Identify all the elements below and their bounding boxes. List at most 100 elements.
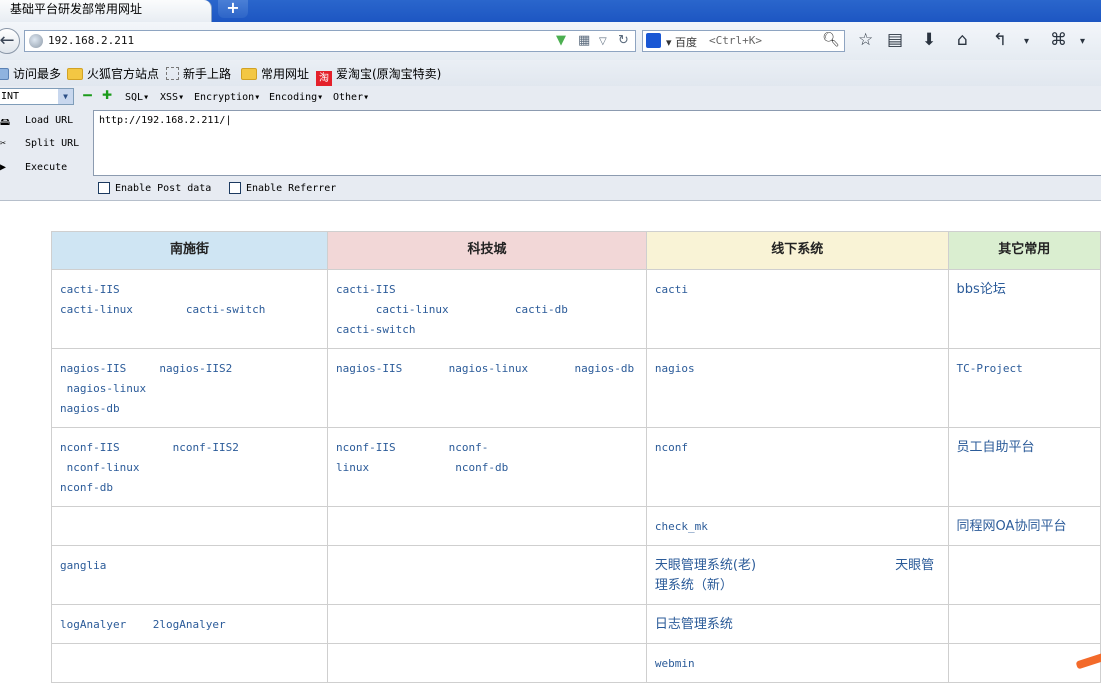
table-link[interactable]: bbs论坛 [957, 282, 1006, 297]
bookmark-firefox-official[interactable]: 火狐官方站点 [67, 65, 159, 82]
url-bar[interactable]: 192.168.2.211 ▼ ▦ ▽ ↻ [24, 30, 636, 52]
chevron-down-icon[interactable]: ▾ [1024, 32, 1029, 52]
plus-icon[interactable]: ✚ [102, 88, 112, 102]
chevron-down-icon[interactable]: ▼ [58, 89, 73, 104]
bookmark-most-visited[interactable]: 访问最多 [0, 65, 61, 82]
table-link[interactable]: check_mk [655, 520, 708, 533]
minus-icon[interactable]: ➖︎ [83, 88, 92, 103]
table-link[interactable]: nagios-db [60, 402, 120, 415]
table-link[interactable]: nagios-linux [449, 362, 528, 375]
table-link[interactable]: nagios-IIS2 [159, 362, 232, 375]
hackbar-type-select[interactable]: INT ▼ [0, 88, 74, 105]
table-link[interactable]: cacti [655, 283, 688, 296]
table-link[interactable]: nagios-linux [67, 382, 146, 395]
table-link[interactable]: nconf-db [455, 461, 508, 474]
table-link[interactable]: cacti-switch [336, 323, 415, 336]
table-link[interactable]: logAnalyer [60, 618, 126, 631]
tab-strip: 基础平台研发部常用网址 + [0, 0, 1101, 22]
load-url-button[interactable]: 🖴︎ Load URL [0, 115, 73, 128]
table-link[interactable]: nagios-IIS [60, 362, 126, 375]
table-cell [50, 643, 329, 683]
page-icon [166, 67, 179, 80]
navigation-toolbar: ← 192.168.2.211 ▼ ▦ ▽ ↻ ▾ 百度 <Ctrl+K> 🔍︎… [0, 22, 1101, 60]
bookmark-getting-started[interactable]: 新手上路 [166, 65, 231, 82]
table-link[interactable]: nconf [655, 441, 688, 454]
table-link[interactable]: nconf-db [60, 481, 113, 494]
table-link[interactable]: 2logAnalyer [153, 618, 226, 631]
menu-sql[interactable]: SQL▾ [125, 92, 149, 103]
table-link[interactable]: cacti-linux [60, 303, 133, 316]
menu-encoding[interactable]: Encoding▾ [269, 92, 323, 103]
page-content: 南施街 科技城 线下系统 其它常用 cacti-IIS cacti-linux c… [0, 201, 1101, 683]
tab-current[interactable]: 基础平台研发部常用网址 [0, 0, 212, 22]
column-header-kejicheng: 科技城 [327, 231, 647, 270]
table-link[interactable]: nconf-linux [67, 461, 140, 474]
history-back-icon[interactable]: ↰ [993, 30, 1007, 50]
home-icon[interactable]: ⌂ [957, 30, 968, 50]
table-link[interactable]: cacti-IIS [60, 283, 120, 296]
separator [396, 441, 449, 454]
table-cell: nagios-IIS nagios-IIS2 nagios-linux nagio… [50, 348, 329, 428]
table-cell [327, 604, 647, 644]
table-link[interactable]: nagios-db [574, 362, 634, 375]
enable-post-checkbox[interactable]: Enable Post data [98, 182, 211, 194]
bookmark-ai-taobao[interactable]: 淘爱淘宝(原淘宝特卖) [316, 65, 441, 87]
new-tab-button[interactable]: + [218, 0, 248, 18]
search-bar[interactable]: ▾ 百度 <Ctrl+K> 🔍︎ [642, 30, 845, 52]
execute-button[interactable]: ▶ Execute [0, 162, 67, 173]
menu-other[interactable]: Other▾ [333, 92, 369, 103]
table-row: check_mk 同程网OA协同平台 [50, 506, 1101, 546]
bookmark-common-urls[interactable]: 常用网址 [241, 65, 309, 82]
table-link[interactable]: ganglia [60, 559, 106, 572]
folder-icon [241, 68, 257, 80]
table-link[interactable]: 日志管理系统 [655, 617, 733, 632]
enable-referrer-checkbox[interactable]: Enable Referrer [229, 182, 336, 194]
table-link[interactable]: cacti-IIS [336, 283, 396, 296]
separator [60, 382, 67, 395]
back-button[interactable]: ← [0, 28, 20, 54]
table-link[interactable]: cacti-switch [186, 303, 265, 316]
checkbox[interactable] [98, 182, 110, 194]
download-icon[interactable]: ⬇ [922, 30, 936, 50]
menu-xss[interactable]: XSS▾ [160, 92, 184, 103]
table-link[interactable]: cacti-db [515, 303, 568, 316]
bookmarks-menu-icon[interactable]: ▤ [887, 30, 903, 50]
dropdown-arrow-icon[interactable]: ▽ [599, 34, 607, 50]
url-text[interactable]: 192.168.2.211 [48, 34, 134, 47]
search-engine-name: ▾ 百度 [666, 36, 698, 49]
separator [126, 362, 159, 375]
bookmark-star-icon[interactable]: ☆ [858, 30, 873, 50]
split-url-button[interactable]: ✂︎ Split URL [0, 138, 79, 149]
table-link[interactable]: 同程网OA协同平台 [957, 519, 1067, 534]
menu-encryption[interactable]: Encryption▾ [194, 92, 260, 103]
table-row: nagios-IIS nagios-IIS2 nagios-linux nagio… [50, 348, 1101, 428]
table-link[interactable]: nconf-IIS [336, 441, 396, 454]
table-cell: nconf-IIS nconf-IIS2 nconf-linux nconf-db [50, 427, 329, 507]
table-link[interactable]: nconf-IIS2 [173, 441, 239, 454]
table-link[interactable]: 天眼管理系统(老) [655, 558, 756, 573]
hackbar-url-textarea[interactable]: http://192.168.2.211/| [93, 110, 1101, 176]
separator [120, 441, 173, 454]
reload-icon[interactable]: ↻ [618, 33, 629, 49]
table-cell: TC-Project [947, 348, 1101, 428]
table-cell [947, 604, 1101, 644]
hackbar-panel: INT ▼ ➖︎ ✚ SQL▾ XSS▾ Encryption▾ Encodin… [0, 86, 1101, 201]
table-link[interactable]: nagios-IIS [336, 362, 402, 375]
checkbox[interactable] [229, 182, 241, 194]
menu-chevron-down-icon[interactable]: ▾ [1080, 32, 1085, 52]
table-cell: cacti-IIS cacti-linux cacti-switch [50, 269, 329, 349]
baidu-paw-icon[interactable] [646, 33, 661, 48]
table-cell [327, 506, 647, 546]
shield-icon[interactable]: ▼ [556, 33, 566, 49]
search-input[interactable]: <Ctrl+K> [709, 34, 762, 47]
table-link[interactable]: nagios [655, 362, 695, 375]
separator [402, 362, 448, 375]
search-icon[interactable]: 🔍︎ [822, 32, 840, 48]
qr-code-icon[interactable]: ▦ [578, 33, 590, 49]
crop-screenshot-icon[interactable]: ⌘ [1050, 30, 1067, 50]
table-link[interactable]: 员工自助平台 [957, 440, 1035, 455]
table-link[interactable]: TC-Project [957, 362, 1023, 375]
table-link[interactable]: cacti-linux [376, 303, 449, 316]
table-cell: logAnalyer 2logAnalyer [50, 604, 329, 644]
table-link[interactable]: nconf-IIS [60, 441, 120, 454]
